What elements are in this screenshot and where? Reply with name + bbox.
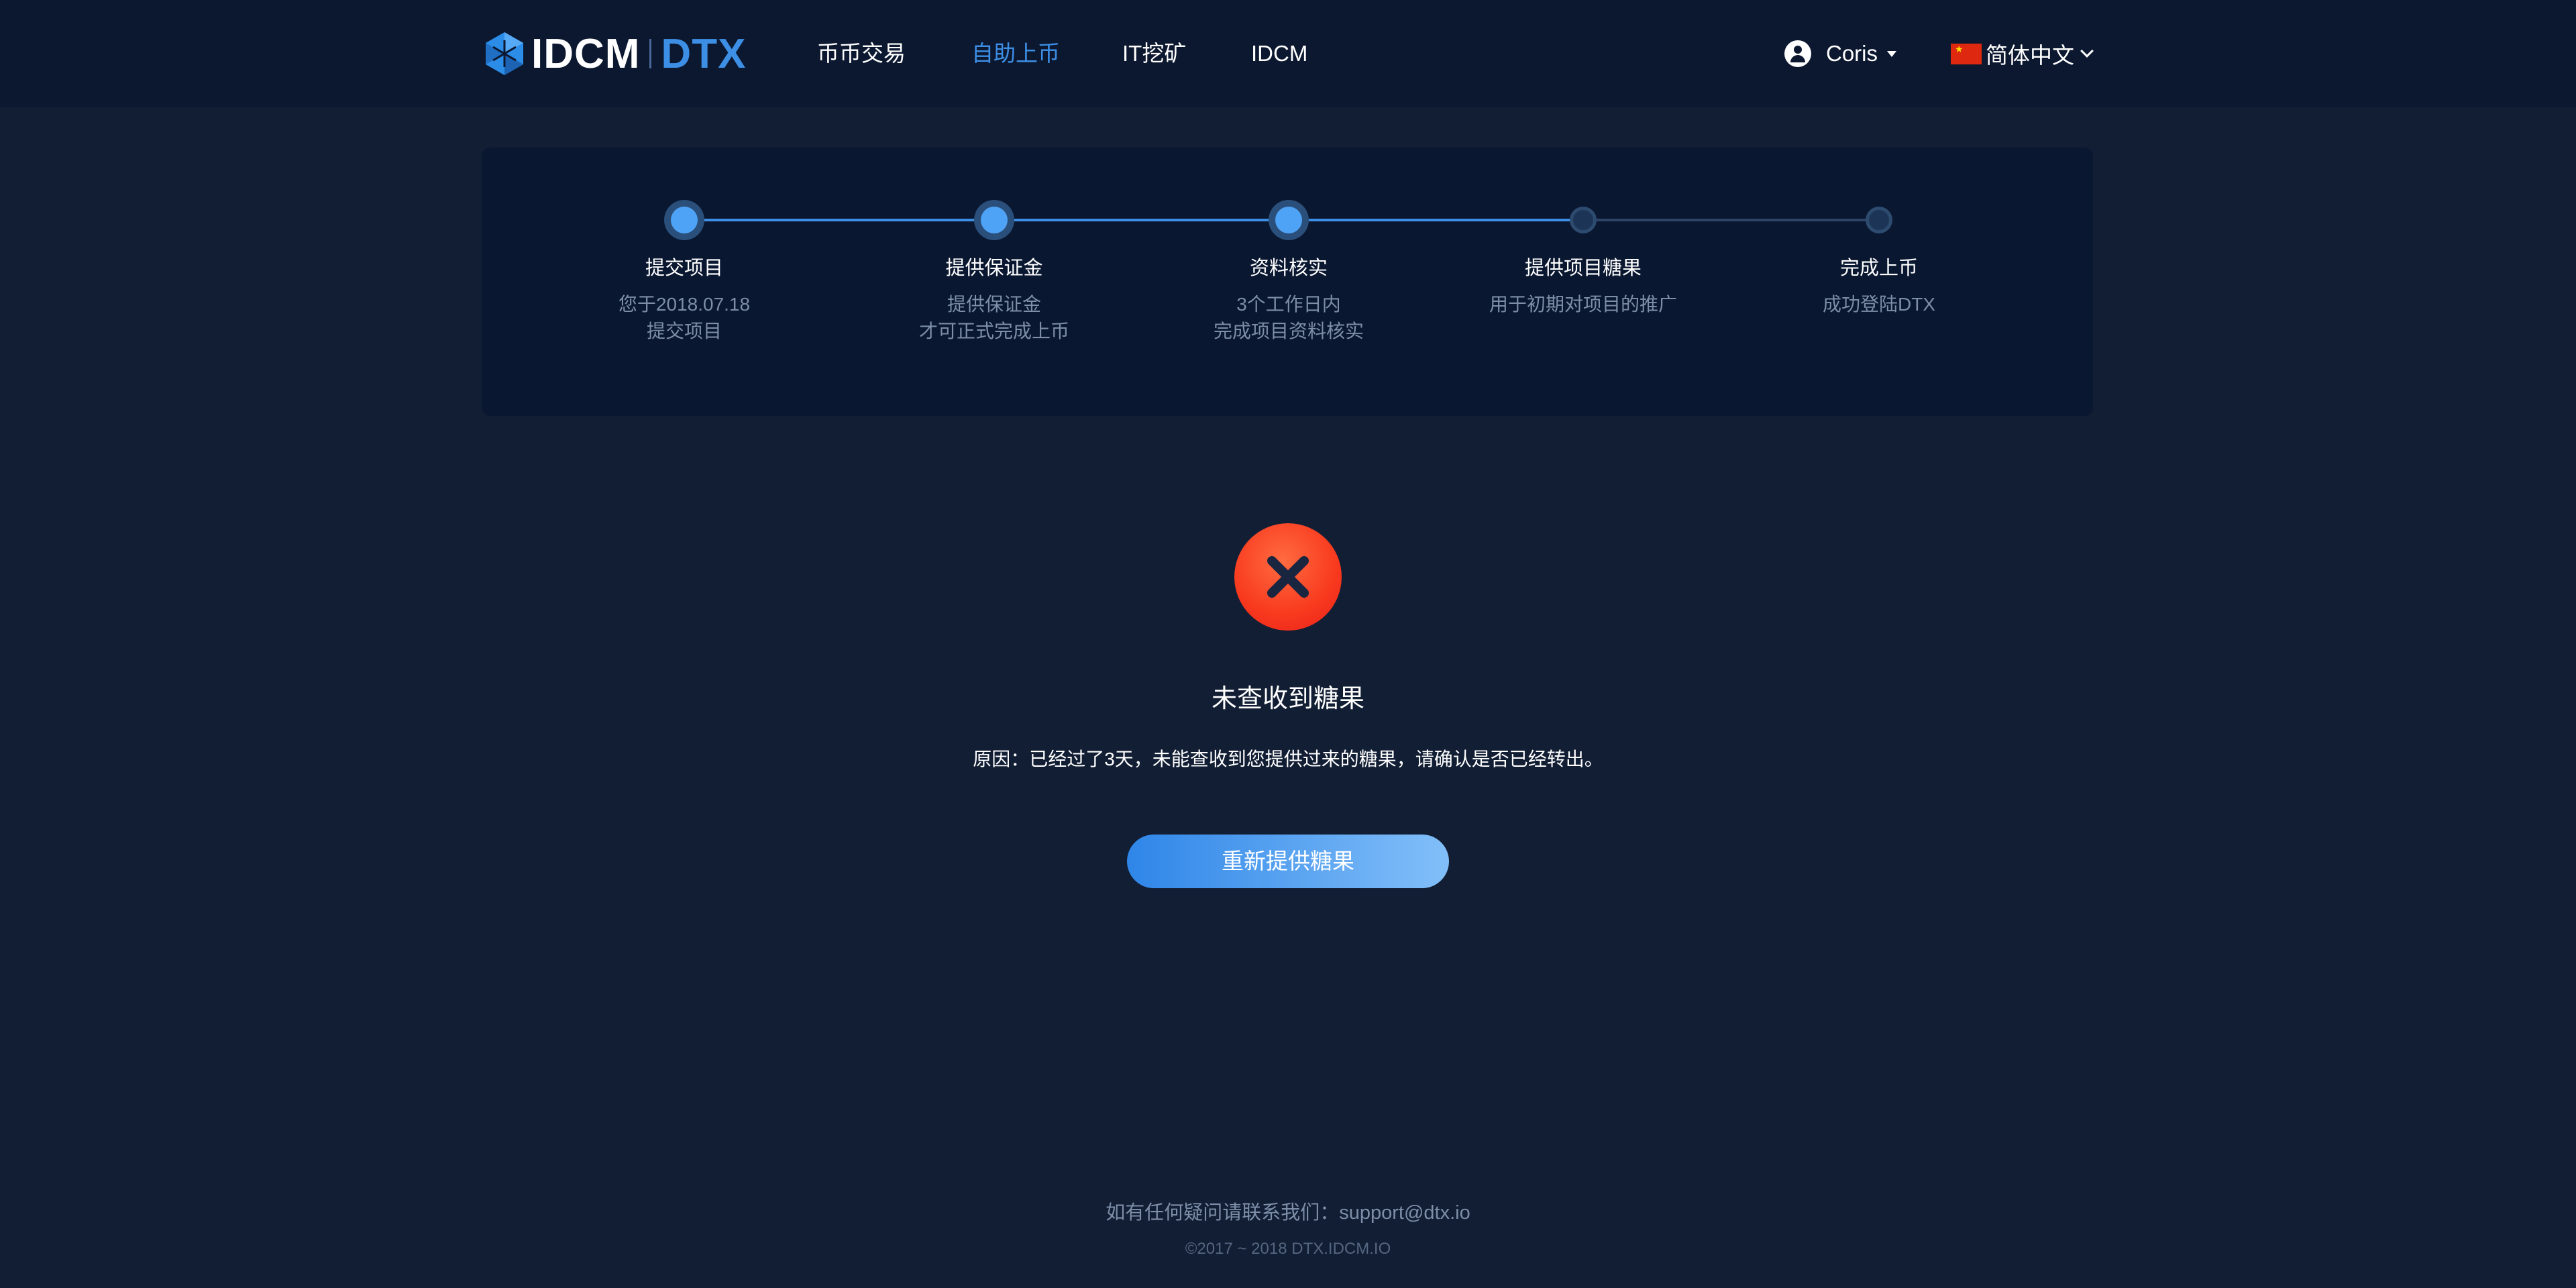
language-label: 简体中文: [1986, 43, 2074, 68]
footer-contact: 如有任何疑问请联系我们：support@dtx.io: [1106, 1202, 1470, 1224]
logo-product-text: DTX: [661, 30, 747, 77]
error-x-icon: [1234, 523, 1342, 631]
resubmit-candy-button[interactable]: 重新提供糖果: [1127, 835, 1449, 888]
step-title: 提供保证金: [945, 258, 1043, 279]
nav-item-it-mining[interactable]: IT挖矿: [1122, 35, 1186, 72]
logo-brand-text: IDCM: [531, 30, 641, 77]
step-title: 资料核实: [1249, 258, 1328, 279]
step-marker-done: [974, 200, 1014, 240]
step-title: 完成上币: [1839, 258, 1918, 279]
step-marker-done: [1269, 200, 1309, 240]
step-marker-pending: [1570, 207, 1597, 233]
caret-down-icon: [1887, 50, 1897, 57]
china-flag-icon: [1951, 43, 1982, 64]
step-description-line: 成功登陆DTX: [1822, 294, 1935, 315]
logo[interactable]: IDCM DTX: [484, 28, 746, 79]
step-description: 您于2018.07.18 提交项目: [550, 291, 818, 345]
step-description-line: 提交项目: [646, 321, 722, 341]
step-description-line: 才可正式完成上币: [918, 321, 1069, 341]
user-name: Coris: [1826, 41, 1878, 66]
step-description: 用于初期对项目的推广: [1449, 291, 1717, 318]
nav-item-idcm[interactable]: IDCM: [1251, 35, 1307, 72]
top-header: IDCM DTX 币币交易 自助上币 IT挖矿 IDCM Coris 简体中文: [0, 0, 2576, 107]
hexagon-logo-icon: [486, 32, 523, 75]
user-menu[interactable]: Coris: [1784, 38, 1897, 70]
step-description: 提供保证金 才可正式完成上币: [860, 291, 1128, 345]
step-marker-pending: [1866, 207, 1892, 233]
step-description-line: 提供保证金: [947, 294, 1041, 315]
step-description-line: 完成项目资料核实: [1213, 321, 1364, 341]
step-description: 成功登陆DTX: [1745, 291, 2013, 318]
footer-copyright: ©2017 ~ 2018 DTX.IDCM.IO: [1185, 1240, 1391, 1258]
logo-divider: [649, 39, 652, 68]
nav-item-spot-trading[interactable]: 币币交易: [817, 35, 906, 72]
result-reason: 原因：已经过了3天，未能查收到您提供过来的糖果，请确认是否已经转出。: [973, 749, 1603, 769]
step-title: 提供项目糖果: [1524, 258, 1642, 279]
language-selector[interactable]: 简体中文: [1951, 38, 2094, 70]
user-circle-icon: [1784, 40, 1811, 67]
step-description-line: 您于2018.07.18: [618, 294, 751, 315]
step-description-line: 用于初期对项目的推广: [1489, 294, 1677, 315]
step-title: 提交项目: [645, 258, 723, 279]
chevron-down-icon: [2080, 44, 2094, 58]
nav-item-self-listing[interactable]: 自助上币: [971, 35, 1060, 72]
result-title: 未查收到糖果: [1211, 685, 1364, 713]
progress-steps-card: [482, 148, 2093, 416]
step-description: 3个工作日内 完成项目资料核实: [1155, 291, 1423, 345]
progress-track-pending: [1583, 219, 1878, 221]
step-description-line: 3个工作日内: [1236, 294, 1341, 315]
step-marker-done: [664, 200, 704, 240]
progress-track-completed: [684, 219, 1583, 221]
